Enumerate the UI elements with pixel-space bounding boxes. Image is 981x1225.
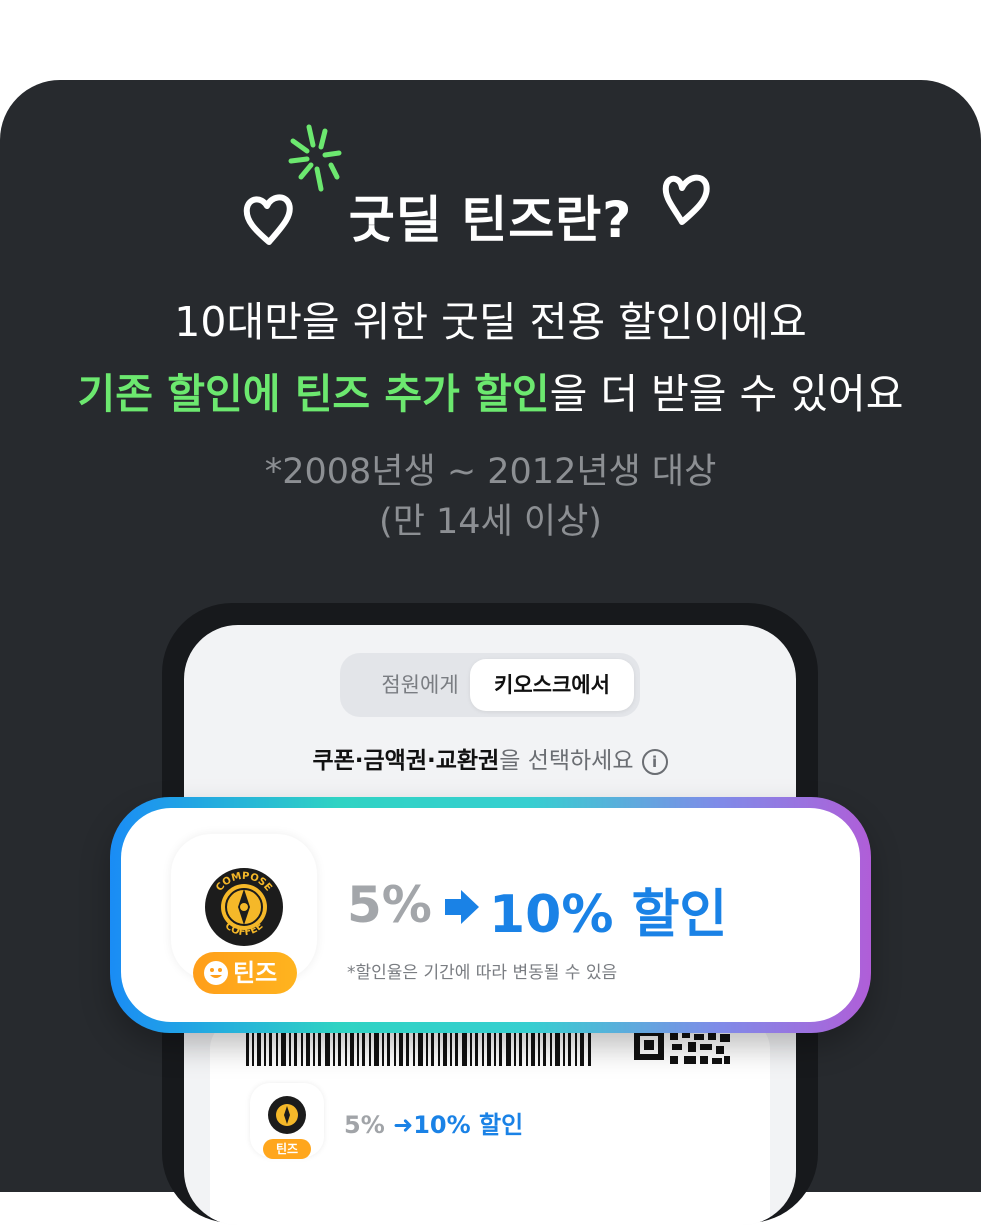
eligibility-note: *2008년생 ~ 2012년생 대상: [264, 452, 717, 492]
intro-line: 10대만을 위한 굿딜 전용 할인이에요: [174, 298, 807, 346]
arrow-right-icon: [445, 890, 479, 924]
tab-kiosk[interactable]: 키오스크에서: [470, 659, 634, 711]
teenz-badge: 틴즈: [193, 952, 297, 994]
compose-coffee-logo: COMPOSE COFFEE: [205, 868, 283, 946]
info-icon[interactable]: i: [641, 748, 668, 775]
segmented-control: 점원에게 키오스크에서: [340, 653, 640, 717]
benefit-highlight: 기존 할인에 틴즈 추가 할인: [77, 370, 550, 418]
mini-discount-text: 5% ➜10% 할인: [344, 1105, 523, 1140]
teenz-badge-label: 틴즈: [233, 959, 278, 987]
discount-banner[interactable]: COMPOSE COFFEE 틴즈 5% 10% 할인 *할인율은 기간에 따라…: [121, 808, 860, 1022]
page-title: 굿딜 틴즈란?: [348, 191, 633, 249]
barcode: [246, 1030, 591, 1066]
new-discount-rate: 10% 할인: [489, 885, 728, 945]
smile-icon: [204, 961, 228, 985]
arrow-right-icon: ➜: [393, 1111, 414, 1139]
select-instruction: 쿠폰·금액권·교환권을 선택하세요 i: [184, 741, 796, 775]
benefit-line: 기존 할인에 틴즈 추가 할인을 더 받을 수 있어요: [0, 360, 981, 420]
mini-old-rate: 5%: [344, 1111, 385, 1139]
select-bold: 쿠폰·금액권·교환권: [312, 748, 500, 774]
mini-teenz-badge: 틴즈: [263, 1139, 311, 1159]
select-rest: 을 선택하세요: [499, 748, 634, 774]
qr-code: [634, 1030, 730, 1064]
fine-print: *할인율은 기간에 따라 변동될 수 있음: [347, 963, 618, 983]
mini-new-rate: 10% 할인: [413, 1111, 524, 1139]
compose-coffee-logo: [268, 1096, 306, 1134]
mini-brand-logo: 틴즈: [250, 1083, 324, 1159]
tab-to-staff[interactable]: 점원에게: [350, 653, 490, 717]
old-discount-rate: 5%: [347, 876, 432, 934]
benefit-rest: 을 더 받을 수 있어요: [549, 370, 904, 418]
age-note: (만 14세 이상): [379, 502, 602, 542]
